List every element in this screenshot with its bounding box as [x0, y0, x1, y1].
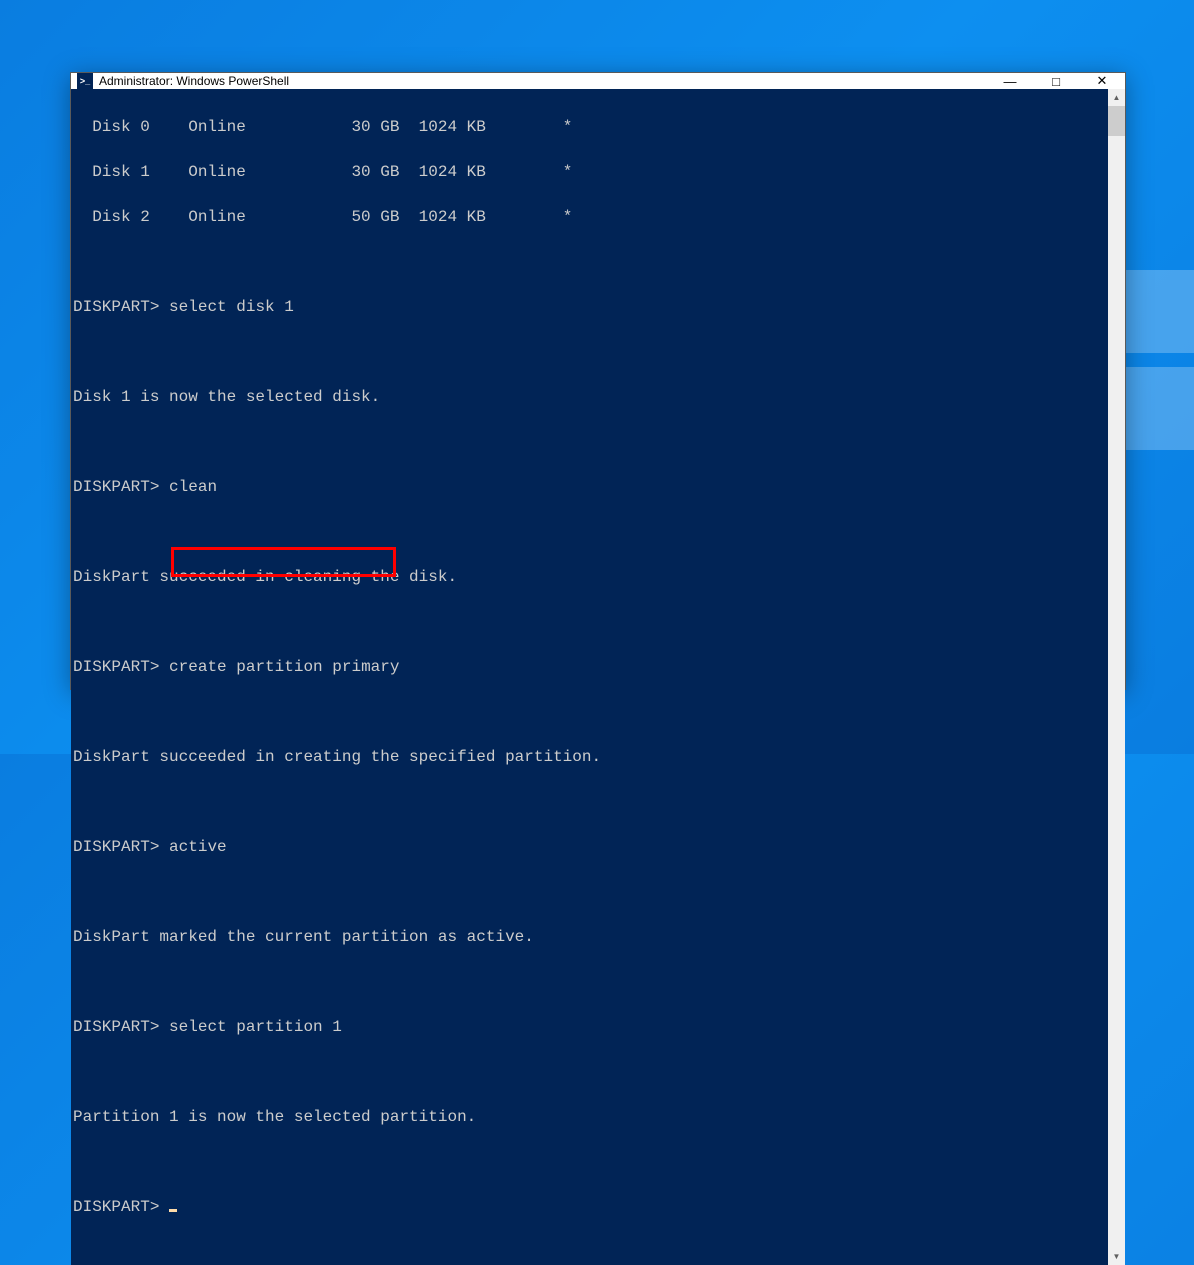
cmd-active: active [169, 838, 227, 856]
cmd-select-partition: select partition 1 [169, 1018, 342, 1036]
maximize-button[interactable]: □ [1033, 73, 1079, 89]
minimize-button[interactable]: — [987, 73, 1033, 89]
titlebar[interactable]: >_ Administrator: Windows PowerShell — □… [71, 73, 1125, 89]
prompt-line: DISKPART> active [73, 836, 1106, 859]
scroll-thumb[interactable] [1108, 106, 1125, 136]
msg-active: DiskPart marked the current partition as… [73, 926, 1106, 949]
prompt-line: DISKPART> create partition primary [73, 656, 1106, 679]
terminal-content[interactable]: Disk 0 Online 30 GB 1024 KB * Disk 1 Onl… [71, 89, 1108, 1265]
scroll-down-arrow[interactable]: ▼ [1108, 1248, 1125, 1265]
prompt-line: DISKPART> select disk 1 [73, 296, 1106, 319]
close-button[interactable]: ✕ [1079, 73, 1125, 89]
prompt-current[interactable]: DISKPART> [73, 1196, 1106, 1219]
prompt-line: DISKPART> select partition 1 [73, 1016, 1106, 1039]
cmd-clean: clean [169, 478, 217, 496]
window-title: Administrator: Windows PowerShell [99, 74, 289, 88]
cmd-create-partition: create partition primary [169, 658, 399, 676]
disk-row: Disk 1 Online 30 GB 1024 KB * [73, 161, 1106, 184]
cmd-select-disk: select disk 1 [169, 298, 294, 316]
disk-row: Disk 2 Online 50 GB 1024 KB * [73, 206, 1106, 229]
powershell-icon: >_ [77, 73, 93, 89]
cursor [169, 1209, 177, 1212]
window-controls: — □ ✕ [987, 73, 1125, 89]
msg-disk-selected: Disk 1 is now the selected disk. [73, 386, 1106, 409]
terminal-area[interactable]: Disk 0 Online 30 GB 1024 KB * Disk 1 Onl… [71, 89, 1125, 1265]
powershell-window: >_ Administrator: Windows PowerShell — □… [70, 72, 1126, 690]
scroll-up-arrow[interactable]: ▲ [1108, 89, 1125, 106]
msg-create: DiskPart succeeded in creating the speci… [73, 746, 1106, 769]
scrollbar[interactable]: ▲ ▼ [1108, 89, 1125, 1265]
prompt-line: DISKPART> clean [73, 476, 1106, 499]
disk-row: Disk 0 Online 30 GB 1024 KB * [73, 116, 1106, 139]
msg-clean: DiskPart succeeded in cleaning the disk. [73, 566, 1106, 589]
msg-partition-selected: Partition 1 is now the selected partitio… [73, 1106, 1106, 1129]
